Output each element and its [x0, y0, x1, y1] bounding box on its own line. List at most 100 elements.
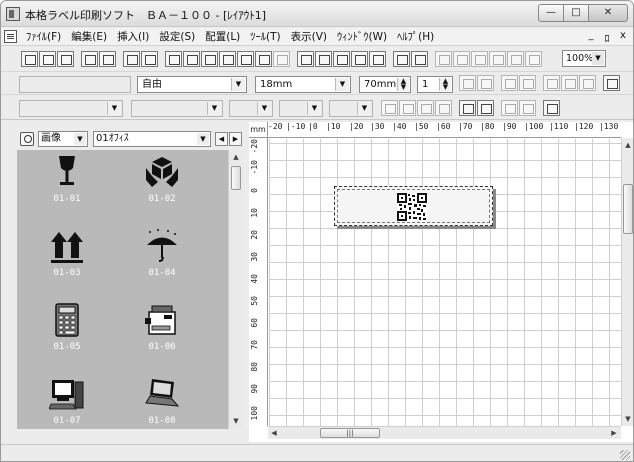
help-icon[interactable]	[543, 100, 560, 116]
textbox-icon[interactable]	[297, 51, 314, 67]
prev-category-button[interactable]: ◀	[215, 132, 228, 146]
frame-icon[interactable]	[315, 51, 332, 67]
menu-insert[interactable]: 挿入(I)	[112, 29, 154, 44]
spin-icon[interactable]: ▲ ▼	[397, 78, 409, 91]
scroll-left-icon[interactable]: ◀	[268, 427, 280, 439]
qrcode-icon[interactable]	[237, 51, 254, 67]
cut-icon[interactable]	[141, 51, 158, 67]
align-right-icon[interactable]	[489, 51, 506, 67]
menu-settings[interactable]: 設定(S)	[154, 29, 200, 44]
menu-edit[interactable]: 編集(E)	[66, 29, 112, 44]
menu-layout[interactable]: 配置(L)	[200, 29, 245, 44]
image-icon[interactable]	[183, 51, 200, 67]
column-icon[interactable]	[501, 75, 518, 91]
flip-icon[interactable]	[417, 100, 434, 116]
rotate-left-icon[interactable]	[381, 100, 398, 116]
style-select-1[interactable]: ▼	[19, 100, 123, 117]
style-select-2[interactable]: ▼	[131, 100, 223, 117]
menu-tools[interactable]: ﾂｰﾙ(T)	[245, 29, 285, 44]
menu-help[interactable]: ﾍﾙﾌﾟ(H)	[392, 29, 439, 44]
box-icon[interactable]	[369, 51, 386, 67]
qrcode-icon[interactable]	[397, 193, 427, 221]
app-icon[interactable]	[6, 7, 20, 21]
gallery-type-select[interactable]: 画像 ▼	[38, 131, 88, 147]
group-icon[interactable]	[501, 100, 518, 116]
font-name-field[interactable]	[19, 76, 131, 93]
style-select-3[interactable]: ▼	[229, 100, 273, 117]
text-align-left-icon[interactable]	[459, 75, 476, 91]
fit-all-icon[interactable]	[579, 75, 596, 91]
scroll-thumb[interactable]	[231, 166, 241, 190]
close-button[interactable]: ✕	[588, 4, 628, 22]
picture-frame-icon[interactable]	[333, 51, 350, 67]
align-left-icon[interactable]	[471, 51, 488, 67]
font-size-select[interactable]: 18mm ▼	[255, 76, 351, 93]
alignment-select[interactable]: 自由 ▼	[137, 76, 247, 93]
gallery-item[interactable]: 01-05	[27, 300, 107, 370]
label-object[interactable]	[334, 186, 493, 226]
width-stepper[interactable]: 70mm ▲ ▼	[359, 76, 411, 93]
mdi-restore-button[interactable]: ﾛ	[601, 30, 613, 45]
chevron-down-icon[interactable]: ▼	[197, 133, 209, 145]
chevron-down-icon[interactable]: ▼	[592, 52, 604, 65]
new-file-icon[interactable]	[21, 51, 38, 67]
chevron-down-icon[interactable]: ▼	[107, 102, 121, 115]
resize-grip-icon[interactable]	[620, 450, 630, 460]
gallery-item[interactable]: 01-04	[122, 226, 202, 296]
ungroup-icon[interactable]	[519, 100, 536, 116]
chevron-down-icon[interactable]: ▼	[207, 102, 221, 115]
distribute-icon[interactable]	[525, 51, 542, 67]
gallery-item[interactable]: 01-07	[27, 374, 107, 429]
align-center-icon[interactable]	[507, 51, 524, 67]
scroll-thumb[interactable]: |||	[320, 428, 380, 438]
document-icon[interactable]	[4, 30, 17, 43]
fit-height-icon[interactable]	[561, 75, 578, 91]
chevron-down-icon[interactable]: ▼	[74, 133, 86, 145]
grid-icon[interactable]	[351, 51, 368, 67]
bring-front-icon[interactable]	[459, 100, 476, 116]
style-select-4[interactable]: ▼	[279, 100, 323, 117]
barcode-icon[interactable]	[219, 51, 236, 67]
chevron-down-icon[interactable]: ▼	[357, 102, 371, 115]
canvas-vertical-scrollbar[interactable]: ▲ ▼	[621, 138, 633, 426]
align-top-icon[interactable]	[435, 51, 452, 67]
gallery-item[interactable]: 01-03	[27, 226, 107, 296]
chevron-down-icon[interactable]: ▼	[335, 78, 349, 91]
table-icon[interactable]	[273, 51, 290, 67]
next-category-button[interactable]: ▶	[229, 132, 242, 146]
clipart-icon[interactable]	[201, 51, 218, 67]
save-icon[interactable]	[57, 51, 74, 67]
canvas-horizontal-scrollbar[interactable]: ◀ ||| ▶	[268, 426, 621, 439]
scroll-thumb[interactable]	[623, 184, 633, 234]
print-icon[interactable]	[81, 51, 98, 67]
chevron-down-icon[interactable]: ▼	[257, 102, 271, 115]
scroll-down-icon[interactable]: ▼	[622, 412, 633, 426]
expand-icon[interactable]	[603, 75, 620, 91]
style-select-5[interactable]: ▼	[329, 100, 373, 117]
printer-setup-icon[interactable]	[123, 51, 140, 67]
fit-width-icon[interactable]	[543, 75, 560, 91]
menu-window[interactable]: ｳｨﾝﾄﾞｳ(W)	[332, 29, 392, 44]
design-grid[interactable]	[269, 139, 621, 426]
scroll-right-icon[interactable]: ▶	[608, 427, 620, 439]
magnifier-icon[interactable]	[20, 132, 34, 146]
window-icon[interactable]	[411, 51, 428, 67]
gallery-item[interactable]: 01-08	[122, 374, 202, 429]
print-preview-icon[interactable]	[99, 51, 116, 67]
chevron-down-icon[interactable]: ▼	[231, 78, 245, 91]
send-back-icon[interactable]	[477, 100, 494, 116]
camera-icon[interactable]	[255, 51, 272, 67]
count-stepper[interactable]: 1 ▲ ▼	[417, 76, 453, 93]
scroll-down-icon[interactable]: ▼	[229, 414, 243, 428]
align-bottom-icon[interactable]	[453, 51, 470, 67]
layout-icon[interactable]	[393, 51, 410, 67]
zoom-select[interactable]: 100% ▼	[562, 50, 606, 67]
rotate-right-icon[interactable]	[399, 100, 416, 116]
gallery-scrollbar[interactable]: ▲ ▼	[228, 150, 243, 429]
mirror-icon[interactable]	[435, 100, 452, 116]
gallery-item[interactable]: 01-06	[122, 300, 202, 370]
gallery-item[interactable]: 01-02	[122, 152, 202, 222]
mdi-minimize-button[interactable]: _	[585, 30, 597, 45]
scroll-up-icon[interactable]: ▲	[229, 150, 243, 164]
mdi-close-button[interactable]: x	[617, 30, 629, 45]
